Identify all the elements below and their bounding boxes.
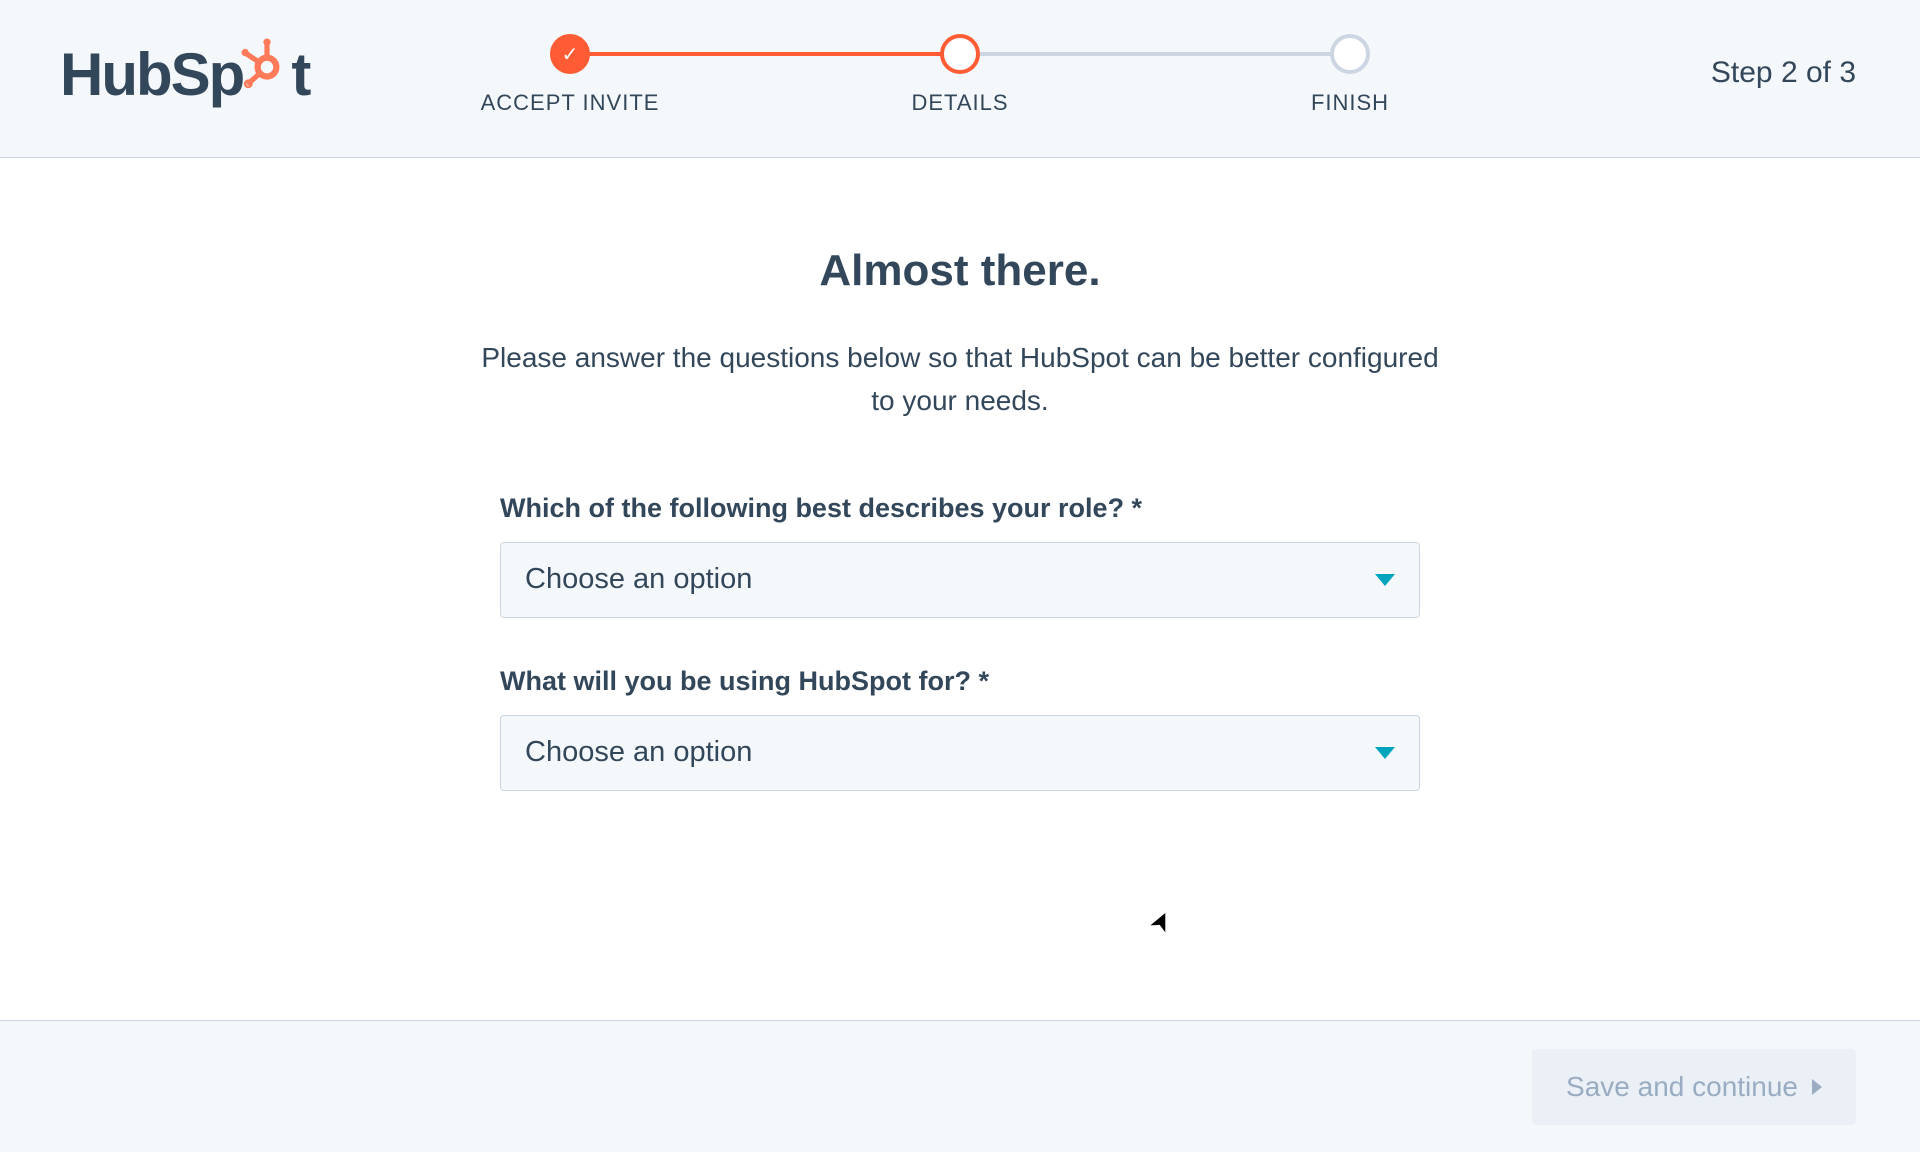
stepper-nodes: ✓ ACCEPT INVITE DETAILS FINISH xyxy=(550,34,1370,116)
role-select[interactable]: Choose an option xyxy=(500,542,1420,618)
step-accept-invite: ✓ ACCEPT INVITE xyxy=(550,34,590,116)
step-details: DETAILS xyxy=(940,34,980,116)
chevron-right-icon xyxy=(1812,1079,1822,1095)
field-usage: What will you be using HubSpot for? * Ch… xyxy=(500,666,1420,791)
field-role: Which of the following best describes yo… xyxy=(500,493,1420,618)
step-finish: FINISH xyxy=(1330,34,1370,116)
save-and-continue-button[interactable]: Save and continue xyxy=(1532,1049,1856,1125)
footer: Save and continue xyxy=(0,1020,1920,1152)
check-icon: ✓ xyxy=(562,42,579,67)
hubspot-logo: HubSp t xyxy=(60,40,309,109)
page-subtitle: Please answer the questions below so tha… xyxy=(480,336,1440,423)
field-label-role: Which of the following best describes yo… xyxy=(500,493,1420,524)
cursor-icon: ➤ xyxy=(1142,905,1179,938)
usage-select-value: Choose an option xyxy=(525,736,752,769)
logo-text-left: HubSp xyxy=(60,40,243,109)
chevron-down-icon xyxy=(1375,747,1395,759)
save-button-label: Save and continue xyxy=(1566,1071,1798,1103)
onboarding-form: Which of the following best describes yo… xyxy=(500,493,1420,839)
role-select-value: Choose an option xyxy=(525,563,752,596)
step-dot-current xyxy=(940,34,980,74)
logo-text-right: t xyxy=(291,40,309,109)
step-label: DETAILS xyxy=(911,90,1008,116)
step-dot-done: ✓ xyxy=(550,34,590,74)
sprocket-icon xyxy=(241,35,293,87)
page-title: Almost there. xyxy=(819,246,1100,296)
progress-stepper: ✓ ACCEPT INVITE DETAILS FINISH xyxy=(550,34,1370,116)
step-counter: Step 2 of 3 xyxy=(1711,56,1856,90)
main-content: Almost there. Please answer the question… xyxy=(0,158,1920,839)
chevron-down-icon xyxy=(1375,574,1395,586)
header: HubSp t ✓ ACCEPT INVITE xyxy=(0,0,1920,158)
step-label: ACCEPT INVITE xyxy=(481,90,660,116)
step-label: FINISH xyxy=(1311,90,1389,116)
usage-select[interactable]: Choose an option xyxy=(500,715,1420,791)
field-label-usage: What will you be using HubSpot for? * xyxy=(500,666,1420,697)
step-dot-todo xyxy=(1330,34,1370,74)
